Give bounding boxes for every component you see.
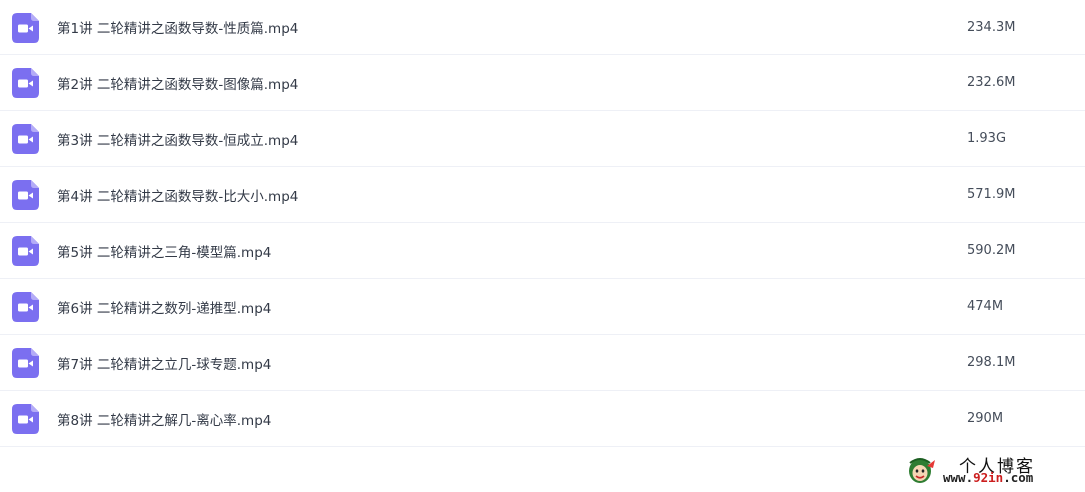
file-row[interactable]: 第6讲 二轮精讲之数列-递推型.mp4 474M <box>0 279 1085 335</box>
video-file-icon <box>12 180 39 210</box>
file-list: 第1讲 二轮精讲之函数导数-性质篇.mp4 234.3M 第2讲 二轮精讲之函数… <box>0 0 1085 447</box>
video-file-icon <box>12 124 39 154</box>
file-name[interactable]: 第2讲 二轮精讲之函数导数-图像篇.mp4 <box>57 55 298 110</box>
file-size: 571.9M <box>967 187 1016 202</box>
file-size: 298.1M <box>967 355 1016 370</box>
mascot-logo-icon <box>909 458 935 483</box>
file-name[interactable]: 第4讲 二轮精讲之函数导数-比大小.mp4 <box>57 167 298 222</box>
file-row[interactable]: 第2讲 二轮精讲之函数导数-图像篇.mp4 232.6M <box>0 55 1085 111</box>
file-size: 474M <box>967 299 1004 314</box>
file-name[interactable]: 第7讲 二轮精讲之立几-球专题.mp4 <box>57 335 271 390</box>
file-row[interactable]: 第4讲 二轮精讲之函数导数-比大小.mp4 571.9M <box>0 167 1085 223</box>
watermark-url-prefix: www. <box>943 470 974 485</box>
file-name[interactable]: 第3讲 二轮精讲之函数导数-恒成立.mp4 <box>57 111 298 166</box>
video-file-icon <box>12 404 39 434</box>
file-name[interactable]: 第1讲 二轮精讲之函数导数-性质篇.mp4 <box>57 0 298 54</box>
video-file-icon <box>12 13 39 43</box>
file-name[interactable]: 第6讲 二轮精讲之数列-递推型.mp4 <box>57 279 271 334</box>
file-size: 232.6M <box>967 75 1016 90</box>
file-size: 290M <box>967 411 1004 426</box>
video-file-icon <box>12 236 39 266</box>
file-name[interactable]: 第8讲 二轮精讲之解几-离心率.mp4 <box>57 391 271 446</box>
file-size: 1.93G <box>967 131 1007 146</box>
video-file-icon <box>12 292 39 322</box>
file-size: 590.2M <box>967 243 1016 258</box>
file-size: 234.3M <box>967 19 1016 35</box>
video-file-icon <box>12 68 39 98</box>
file-row[interactable]: 第5讲 二轮精讲之三角-模型篇.mp4 590.2M <box>0 223 1085 279</box>
file-row[interactable]: 第1讲 二轮精讲之函数导数-性质篇.mp4 234.3M <box>0 0 1085 55</box>
file-row[interactable]: 第3讲 二轮精讲之函数导数-恒成立.mp4 1.93G <box>0 111 1085 167</box>
file-name[interactable]: 第5讲 二轮精讲之三角-模型篇.mp4 <box>57 223 271 278</box>
watermark-url-accent: 92in <box>973 470 1004 485</box>
video-file-icon <box>12 348 39 378</box>
file-row[interactable]: 第8讲 二轮精讲之解几-离心率.mp4 290M <box>0 391 1085 447</box>
blog-watermark: 个人博客 www.92in.com <box>905 452 1075 488</box>
watermark-url: www.92in.com <box>943 470 1033 485</box>
watermark-url-suffix: .com <box>1003 470 1034 485</box>
file-row[interactable]: 第7讲 二轮精讲之立几-球专题.mp4 298.1M <box>0 335 1085 391</box>
